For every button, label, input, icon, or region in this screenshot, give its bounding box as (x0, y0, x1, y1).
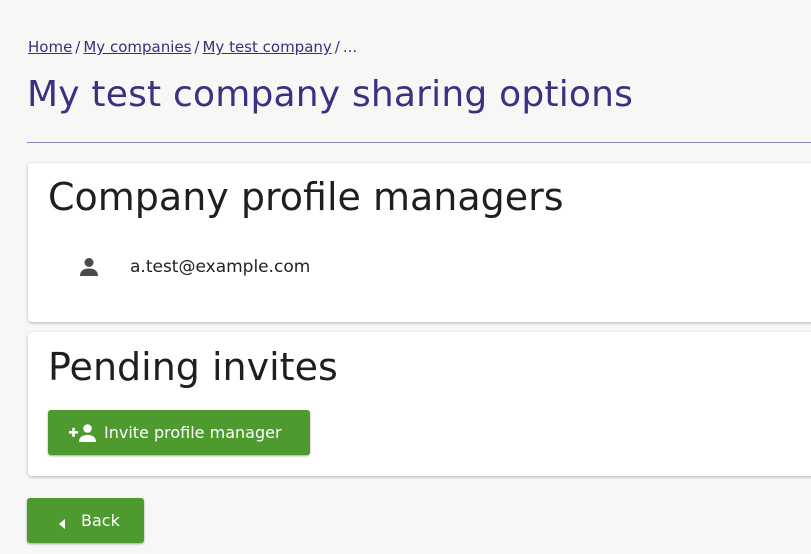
breadcrumb-my-companies-link[interactable]: My companies (83, 38, 191, 56)
title-divider (27, 142, 811, 143)
back-button[interactable]: Back (27, 498, 144, 543)
profile-managers-card: Company profile managers a.test@example.… (28, 163, 811, 322)
breadcrumb-company-link[interactable]: My test company (202, 38, 331, 56)
manager-list-item: a.test@example.com (78, 255, 310, 279)
profile-managers-heading: Company profile managers (48, 175, 564, 219)
page: Home / My companies / My test company /... My… (0, 0, 811, 554)
person-icon (78, 256, 100, 278)
breadcrumb: Home / My companies / My test company /... (28, 38, 357, 56)
person-add-icon (68, 423, 98, 443)
invite-button-label: Invite profile manager (104, 423, 282, 442)
pending-invites-heading: Pending invites (48, 345, 338, 389)
back-button-label: Back (81, 511, 120, 530)
breadcrumb-home-link[interactable]: Home (28, 38, 72, 56)
breadcrumb-separator: / (75, 38, 81, 56)
invite-profile-manager-button[interactable]: Invite profile manager (48, 410, 310, 455)
manager-email: a.test@example.com (130, 257, 311, 277)
breadcrumb-current: ... (342, 38, 358, 56)
breadcrumb-separator: / (194, 38, 200, 56)
pending-invites-card: Pending invites Invite profile manager (28, 332, 811, 476)
breadcrumb-separator: / (334, 38, 340, 56)
caret-left-icon (57, 515, 67, 529)
page-title: My test company sharing options (27, 74, 634, 115)
